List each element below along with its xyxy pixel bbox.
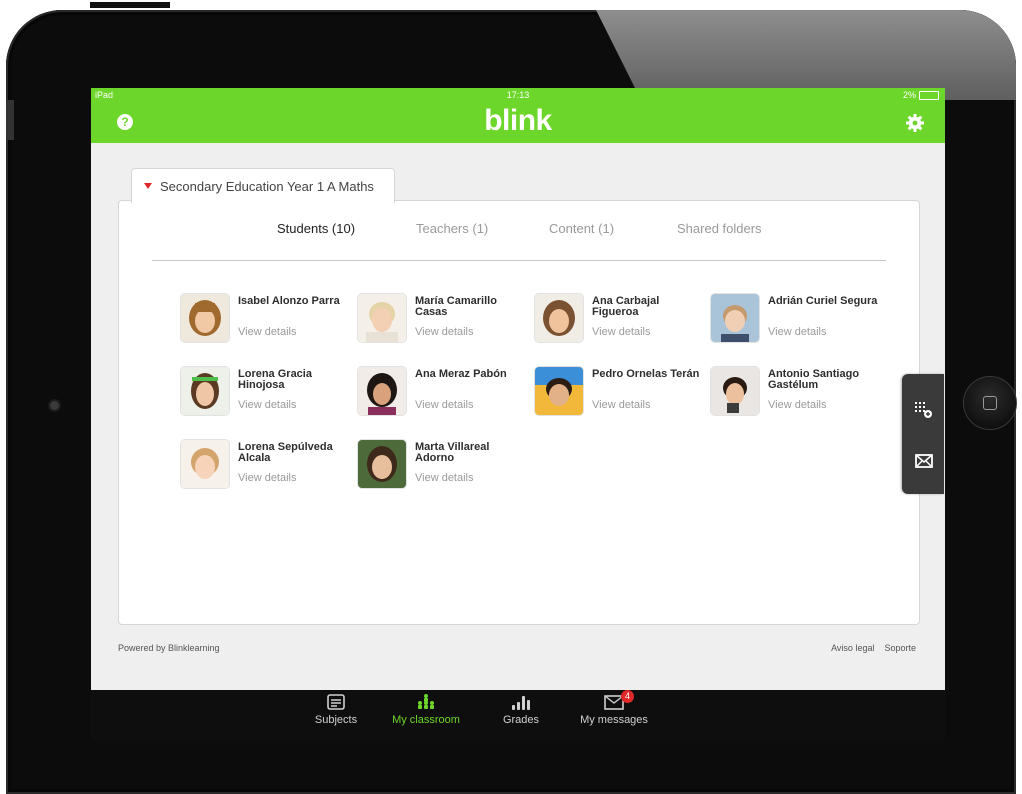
student-card[interactable]: Ana Meraz Pabón View details — [358, 367, 533, 417]
classroom-icon — [418, 694, 434, 709]
student-photo — [181, 367, 229, 415]
view-details-link[interactable]: View details — [238, 472, 297, 484]
student-photo — [535, 294, 583, 342]
student-photo — [711, 294, 759, 342]
bezel-gloss — [596, 10, 1016, 100]
student-card[interactable]: Ana Carbajal Figueroa View details — [535, 294, 710, 344]
student-name: Adrián Curiel Segura — [768, 295, 878, 307]
nav-my-classroom[interactable]: My classroom — [381, 692, 471, 726]
student-name: Pedro Ornelas Terán — [592, 368, 700, 380]
class-selector-tab[interactable]: Secondary Education Year 1 A Maths — [131, 168, 395, 203]
student-photo — [535, 367, 583, 415]
tab-teachers[interactable]: Teachers (1) — [416, 221, 488, 236]
view-details-link[interactable]: View details — [592, 399, 651, 411]
student-card[interactable]: Lorena Gracia Hinojosa View details — [181, 367, 356, 417]
bezel-mark — [90, 2, 170, 8]
nav-label: Subjects — [314, 714, 358, 726]
view-details-link[interactable]: View details — [415, 472, 474, 484]
side-button — [6, 100, 14, 140]
student-name: Antonio Santiago Gastélum — [768, 368, 860, 391]
student-name: Lorena Sepúlveda Alcala — [238, 441, 333, 464]
app-screen: iPad 17:13 2% ? blink Secondary Educatio… — [91, 88, 945, 690]
view-details-link[interactable]: View details — [592, 326, 651, 338]
home-button[interactable] — [964, 377, 1016, 429]
view-details-link[interactable]: View details — [768, 399, 827, 411]
dropdown-arrow-icon — [144, 183, 152, 189]
tab-divider — [152, 260, 886, 261]
class-name: Secondary Education Year 1 A Maths — [160, 178, 374, 194]
student-card[interactable]: Isabel Alonzo Parra View details — [181, 294, 356, 344]
gear-icon[interactable] — [905, 113, 925, 133]
student-name: Marta Villareal Adorno — [415, 441, 490, 464]
student-card[interactable]: María Camarillo Casas View details — [358, 294, 533, 344]
nav-grades[interactable]: Grades — [476, 692, 566, 726]
grades-icon — [512, 696, 530, 710]
nav-label: My messages — [580, 714, 648, 726]
tab-students[interactable]: Students (10) — [277, 221, 355, 236]
student-card[interactable]: Pedro Ornelas Terán View details — [535, 367, 710, 417]
status-battery: 2% — [903, 90, 939, 100]
student-card[interactable]: Antonio Santiago Gastélum View details — [711, 367, 886, 417]
nav-my-messages[interactable]: 4 My messages — [569, 690, 659, 726]
footer-links: Aviso legal Soporte — [831, 643, 916, 653]
student-name: María Camarillo Casas — [415, 295, 497, 318]
student-card[interactable]: Lorena Sepúlveda Alcala View details — [181, 440, 356, 490]
view-details-link[interactable]: View details — [768, 326, 827, 338]
logo: blink — [484, 104, 552, 137]
footer-powered: Powered by Blinklearning — [118, 643, 220, 653]
student-photo — [358, 440, 406, 488]
section-tabs: Students (10) Teachers (1) Content (1) S… — [119, 221, 919, 241]
nav-subjects[interactable]: Subjects — [291, 692, 381, 726]
view-details-link[interactable]: View details — [415, 326, 474, 338]
student-card[interactable]: Marta Villareal Adorno View details — [358, 440, 533, 490]
tab-shared-folders[interactable]: Shared folders — [677, 221, 762, 236]
side-tools-panel — [902, 374, 944, 494]
view-details-link[interactable]: View details — [238, 399, 297, 411]
student-name: Ana Meraz Pabón — [415, 368, 507, 380]
student-photo — [711, 367, 759, 415]
nav-label: My classroom — [392, 714, 460, 726]
add-grid-icon[interactable] — [914, 400, 934, 420]
legal-link[interactable]: Aviso legal — [831, 643, 874, 653]
status-time: 17:13 — [506, 90, 530, 100]
student-name: Ana Carbajal Figueroa — [592, 295, 660, 318]
student-card[interactable]: Adrián Curiel Segura View details — [711, 294, 886, 344]
student-photo — [358, 294, 406, 342]
student-photo — [181, 440, 229, 488]
student-photo — [181, 294, 229, 342]
home-square-icon — [983, 396, 997, 410]
folder-icon — [327, 694, 345, 710]
student-photo — [358, 367, 406, 415]
student-name: Lorena Gracia Hinojosa — [238, 368, 312, 391]
front-camera — [50, 401, 59, 410]
view-details-link[interactable]: View details — [415, 399, 474, 411]
unread-badge: 4 — [621, 690, 634, 703]
battery-percent: 2% — [902, 90, 916, 100]
bottom-tab-bar: Subjects My classroom Grades 4 My messag — [91, 690, 945, 740]
students-panel: Students (10) Teachers (1) Content (1) S… — [118, 200, 920, 625]
nav-label: Grades — [502, 714, 540, 726]
student-name: Isabel Alonzo Parra — [238, 295, 340, 307]
top-bar: iPad 17:13 2% ? blink — [91, 88, 945, 143]
battery-icon — [919, 90, 939, 100]
view-details-link[interactable]: View details — [238, 326, 297, 338]
support-link[interactable]: Soporte — [884, 643, 916, 653]
mail-icon[interactable] — [914, 451, 934, 471]
tab-content[interactable]: Content (1) — [549, 221, 614, 236]
